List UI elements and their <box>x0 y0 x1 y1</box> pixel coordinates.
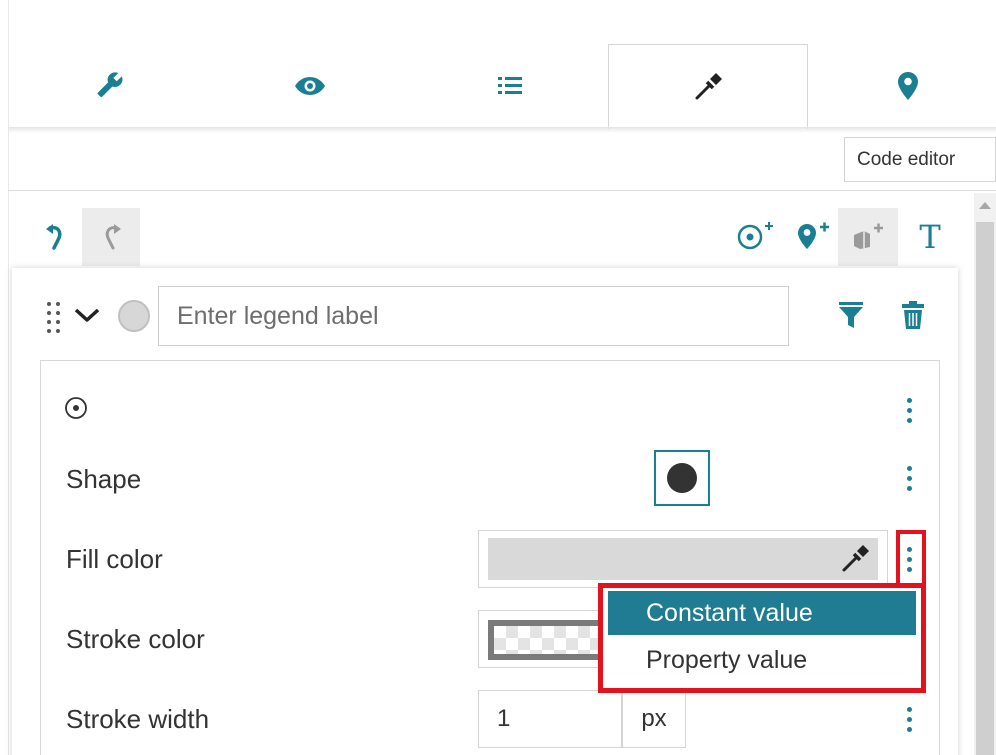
stroke-width-unit: px <box>622 690 686 748</box>
stroke-color-label: Stroke color <box>66 624 205 654</box>
constant-value-option[interactable]: Constant value <box>608 591 916 635</box>
add-text-button[interactable]: T <box>904 212 956 262</box>
eye-icon <box>295 77 325 95</box>
width-menu-kebab-icon[interactable] <box>898 701 920 737</box>
legend-label-input[interactable] <box>158 286 789 346</box>
stroke-color-swatch[interactable] <box>488 620 616 660</box>
undo-button[interactable] <box>34 210 78 264</box>
tab-location[interactable] <box>808 44 996 128</box>
add-marker-button[interactable] <box>792 216 834 256</box>
toolbar-divider <box>8 190 996 191</box>
add-point-button[interactable] <box>732 216 780 256</box>
scrollbar-thumb[interactable] <box>976 222 994 755</box>
left-divider <box>8 0 9 755</box>
filter-icon <box>839 302 863 328</box>
tab-list[interactable] <box>410 44 610 128</box>
shape-label: Shape <box>66 464 142 494</box>
wrench-icon <box>97 72 123 98</box>
symbol-menu-kebab-icon[interactable] <box>898 392 920 428</box>
fill-color-swatch[interactable] <box>488 538 878 580</box>
redo-icon <box>105 224 121 250</box>
stroke-width-label: Stroke width <box>66 704 210 734</box>
drag-handle-icon[interactable] <box>44 300 64 334</box>
redo-button[interactable] <box>82 208 140 266</box>
add-marker-icon <box>798 222 829 249</box>
tab-style[interactable] <box>608 44 808 129</box>
scroll-up-arrow[interactable] <box>979 202 991 209</box>
stroke-width-input[interactable] <box>478 690 622 748</box>
eyedropper-icon <box>695 73 722 100</box>
map-pin-icon <box>898 72 918 100</box>
fill-color-label: Fill color <box>66 544 163 574</box>
tab-bar-shadow <box>8 127 996 133</box>
filter-button[interactable] <box>832 294 870 336</box>
add-polygon-icon <box>854 223 883 249</box>
tab-preview[interactable] <box>210 44 410 128</box>
fill-menu-highlight <box>896 530 926 588</box>
add-point-icon <box>737 222 773 250</box>
add-polygon-button[interactable] <box>838 208 898 266</box>
chevron-down-icon[interactable] <box>70 302 104 328</box>
eyedropper-icon[interactable] <box>840 544 870 574</box>
shape-picker-button[interactable] <box>654 450 710 506</box>
property-value-option[interactable]: Property value <box>608 638 916 682</box>
code-editor-tooltip: Code editor <box>844 137 996 182</box>
point-symbol-icon <box>65 397 87 419</box>
value-type-dropdown: Constant value Property value <box>598 583 926 693</box>
shape-menu-kebab-icon[interactable] <box>898 460 920 496</box>
tab-tools[interactable] <box>10 44 210 128</box>
legend-color-swatch[interactable] <box>118 300 150 332</box>
circle-shape-icon <box>667 463 697 493</box>
undo-icon <box>46 224 62 250</box>
trash-icon <box>902 301 924 329</box>
delete-button[interactable] <box>894 294 932 336</box>
list-icon <box>498 77 522 94</box>
tab-bar <box>0 0 996 755</box>
